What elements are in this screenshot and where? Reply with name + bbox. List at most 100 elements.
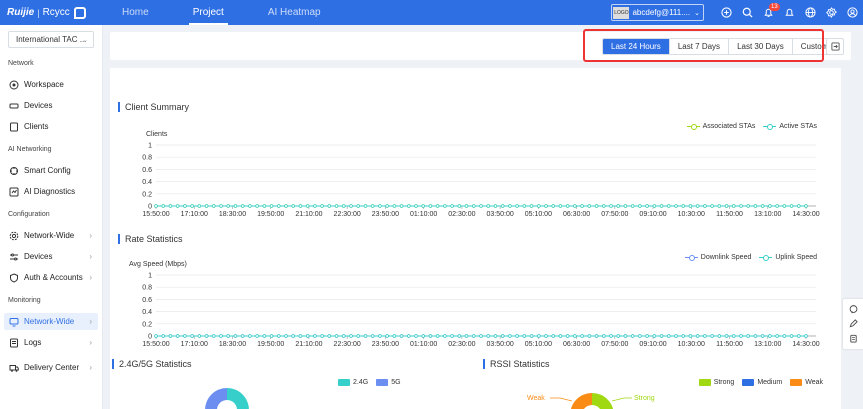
data-point	[212, 204, 216, 208]
sidebar-item-delivery-center[interactable]: Delivery Center ›	[4, 359, 98, 376]
x-tick-label: 22:30:00	[334, 341, 361, 348]
client-summary-title: Client Summary	[118, 102, 189, 112]
data-point	[248, 204, 252, 208]
data-point	[385, 334, 389, 338]
data-point	[789, 204, 794, 208]
data-point	[587, 204, 592, 208]
data-point	[385, 204, 389, 208]
sidebar-item-logs[interactable]: Logs ›	[4, 334, 98, 351]
chevron-down-icon: ⌄	[82, 36, 88, 44]
data-point	[414, 334, 418, 338]
user-icon[interactable]	[842, 0, 863, 25]
data-point	[363, 334, 368, 338]
sidebar-item-auth-accounts[interactable]: Auth & Accounts ›	[4, 269, 98, 286]
project-selector[interactable]: International TAC ... ⌄	[8, 31, 94, 48]
sidebar-item-smart-config[interactable]: Smart Config	[4, 162, 98, 179]
data-point	[565, 334, 570, 338]
floating-tools	[843, 299, 863, 349]
x-tick-label: 13:10:00	[754, 211, 781, 218]
data-point	[529, 204, 534, 208]
data-point	[248, 334, 252, 338]
tab-ai-heatmap[interactable]: AI Heatmap	[246, 0, 343, 25]
data-point	[602, 204, 606, 208]
section-ai-networking: AI Networking	[8, 146, 52, 153]
sidebar-item-monitoring-network-wide[interactable]: Network-Wide ›	[4, 313, 98, 330]
x-tick-label: 14:30:00	[792, 211, 819, 218]
x-tick-label: 11:50:00	[716, 341, 743, 348]
data-point	[284, 334, 288, 338]
x-tick-label: 17:10:00	[181, 211, 208, 218]
data-point	[233, 334, 238, 338]
data-point	[493, 334, 498, 338]
data-point	[537, 204, 541, 208]
data-point	[450, 204, 454, 208]
data-point	[609, 334, 613, 338]
data-point	[291, 204, 295, 208]
sidebar-item-ai-diagnostics[interactable]: AI Diagnostics	[4, 183, 98, 200]
tab-project[interactable]: Project	[171, 0, 246, 25]
data-point	[580, 334, 584, 338]
globe-icon[interactable]	[800, 0, 821, 25]
data-point	[356, 334, 360, 338]
x-tick-label: 15:50:00	[142, 341, 169, 348]
clipboard-icon[interactable]	[849, 334, 858, 343]
data-point	[255, 204, 259, 208]
legend-weak: Weak	[805, 379, 823, 386]
chevron-right-icon: ›	[89, 338, 92, 347]
data-point	[688, 204, 693, 208]
data-point	[500, 204, 505, 208]
data-point	[428, 334, 433, 338]
data-point	[486, 334, 490, 338]
chevron-right-icon: ›	[89, 231, 92, 240]
x-tick-label: 03:50:00	[486, 341, 513, 348]
bell-icon[interactable]: 13	[758, 0, 780, 25]
x-tick-label: 03:50:00	[486, 211, 513, 218]
y-tick-label: 0.8	[142, 155, 152, 162]
search-icon[interactable]	[737, 0, 758, 25]
data-point	[154, 204, 158, 208]
data-point	[797, 334, 801, 338]
data-point	[623, 334, 628, 338]
data-point	[674, 204, 678, 208]
gear-icon[interactable]	[821, 0, 842, 25]
data-point	[190, 334, 194, 338]
add-icon[interactable]	[716, 0, 737, 25]
sidebar-item-network-wide[interactable]: Network-Wide ›	[4, 227, 98, 244]
data-point	[724, 334, 729, 338]
sidebar-item-devices[interactable]: Devices	[4, 97, 98, 114]
sidebar-item-config-devices[interactable]: Devices ›	[4, 248, 98, 265]
x-tick-label: 06:30:00	[563, 341, 590, 348]
account-selector[interactable]: LOGO abcdefg@111.... ⌄	[611, 4, 704, 21]
data-point	[327, 204, 332, 208]
data-point	[703, 204, 707, 208]
data-point	[204, 334, 209, 338]
dashboard-content: Client Summary Associated STAs Active ST…	[110, 68, 841, 409]
data-point	[175, 204, 180, 208]
data-point	[515, 334, 519, 338]
tab-home[interactable]: Home	[100, 0, 171, 25]
data-point	[732, 204, 736, 208]
feedback-icon[interactable]	[849, 319, 858, 328]
data-point	[602, 334, 606, 338]
legend-5g: 5G	[391, 379, 401, 386]
x-tick-label: 21:10:00	[295, 341, 322, 348]
legend-swatch	[338, 379, 350, 386]
x-tick-label: 19:50:00	[257, 211, 284, 218]
alert-bell-icon[interactable]	[779, 0, 800, 25]
data-point	[269, 204, 274, 208]
sidebar-item-clients[interactable]: Clients	[4, 118, 98, 135]
data-point	[753, 204, 758, 208]
data-point	[370, 204, 375, 208]
data-point	[327, 334, 332, 338]
data-point	[349, 204, 353, 208]
data-point	[544, 334, 548, 338]
sidebar-item-workspace[interactable]: Workspace	[4, 76, 98, 93]
band-donut-chart	[205, 388, 249, 409]
y-tick-label: 0.4	[142, 179, 152, 186]
data-point	[558, 334, 563, 338]
chat-icon[interactable]	[849, 305, 858, 314]
chevron-right-icon: ›	[89, 317, 92, 326]
brand-logo[interactable]: Ruijie | Rcycc	[0, 6, 100, 19]
export-button[interactable]	[826, 38, 844, 55]
data-point	[334, 334, 339, 338]
